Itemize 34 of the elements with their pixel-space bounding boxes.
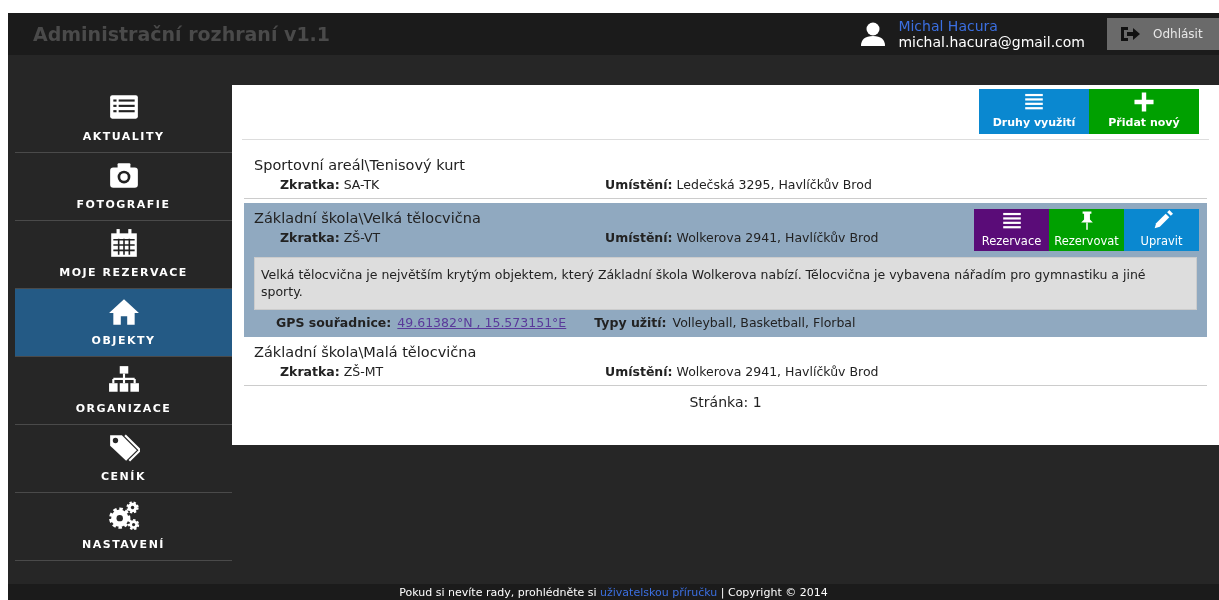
object-row[interactable]: Sportovní areál\Tenisový kurt Zkratka: SA-TK Umístění: Ledečská 3295, Havlíčkův Brod bbox=[244, 154, 1207, 199]
toolbar-button[interactable]: Druhy využití bbox=[979, 89, 1089, 134]
logout-button[interactable]: Odhlásit bbox=[1107, 18, 1219, 50]
sidebar-item[interactable]: NASTAVENÍ bbox=[15, 493, 232, 561]
object-name[interactable]: Základní škola\Velká tělocvična bbox=[254, 207, 974, 229]
sidebar-item[interactable]: FOTOGRAFIE bbox=[15, 153, 232, 221]
abbreviation: Zkratka: ZŠ-MT bbox=[279, 363, 385, 381]
abbreviation: Zkratka: ZŠ-VT bbox=[279, 229, 382, 247]
user-name[interactable]: Michal Hacura bbox=[898, 18, 1085, 34]
footer-text: Pokud si nevíte rady, prohlédněte si uživatelskou příručku | Copyright © 2014 bbox=[399, 586, 828, 599]
settings-icon bbox=[107, 499, 140, 532]
user-icon bbox=[860, 21, 887, 47]
sidebar-item[interactable]: OBJEKTY bbox=[15, 289, 232, 357]
plus-icon bbox=[1133, 91, 1155, 114]
manual-link[interactable]: uživatelskou příručku bbox=[600, 586, 718, 599]
page-indicator: Stránka: 1 bbox=[689, 393, 762, 412]
object-row[interactable]: Základní škola\Malá tělocvična Zkratka: ZŠ-MT Umístění: Wolkerova 2941, Havlíčkův Brod bbox=[244, 341, 1207, 386]
object-name[interactable]: Sportovní areál\Tenisový kurt bbox=[254, 154, 1207, 176]
logout-icon bbox=[1119, 25, 1141, 43]
sidebar-item[interactable]: CENÍK bbox=[15, 425, 232, 493]
sidebar-item[interactable]: AKTUALITY bbox=[15, 85, 232, 153]
location: Umístění: Ledečská 3295, Havlíčkův Brod bbox=[605, 176, 872, 194]
gps-label: GPS souřadnice: bbox=[276, 314, 392, 333]
abbreviation: Zkratka: SA-TK bbox=[279, 176, 381, 194]
location: Umístění: Wolkerova 2941, Havlíčkův Brod bbox=[605, 363, 879, 381]
user-email: michal.hacura@gmail.com bbox=[898, 34, 1085, 50]
object-name[interactable]: Základní škola\Malá tělocvična bbox=[254, 341, 1207, 363]
location: Umístění: Wolkerova 2941, Havlíčkův Brod bbox=[605, 229, 879, 247]
object-description: Velká tělocvična je největším krytým objektem, který Základní škola Wolkerova nabízí. Tělocvična je vybavena nářadím pro gymnastiku a jiné sporty. bbox=[254, 257, 1197, 310]
usage-types: Volleyball, Basketball, Florbal bbox=[672, 314, 856, 333]
action-button[interactable]: Rezervace bbox=[974, 209, 1049, 251]
object-row[interactable] bbox=[244, 203, 1207, 337]
types-label: Typy užití: bbox=[594, 314, 667, 333]
action-button[interactable]: Upravit bbox=[1124, 209, 1199, 251]
